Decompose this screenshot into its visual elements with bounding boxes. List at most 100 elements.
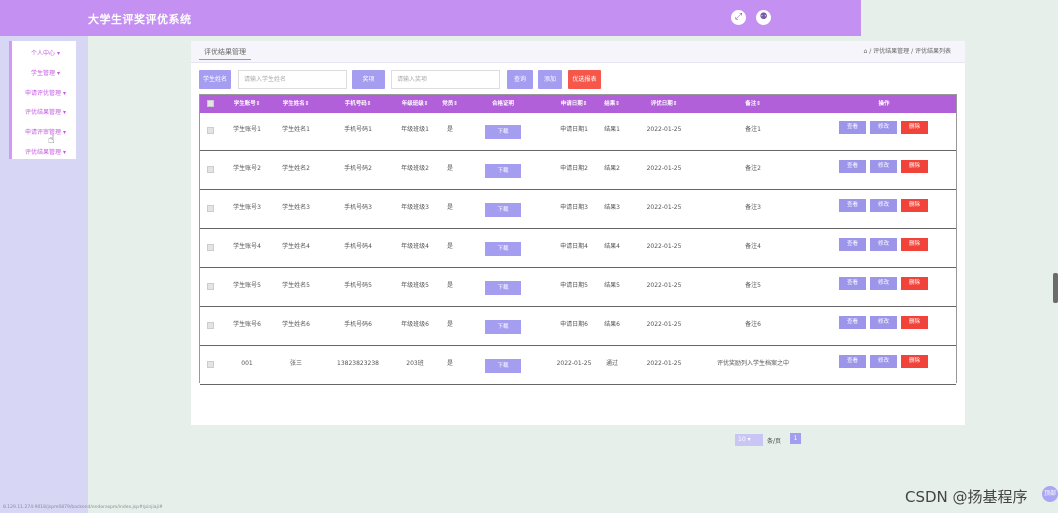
sidebar-item-student-management[interactable]: 学生管理 ▾ [15, 68, 76, 77]
cell-award-date: 2022-01-25 [646, 204, 682, 211]
col-student-name[interactable]: 学生姓名⇕ [272, 95, 320, 113]
view-button[interactable]: 查看 [839, 238, 866, 251]
cell-student-name: 学生姓名1 [282, 126, 310, 133]
col-actions: 操作 [878, 101, 890, 107]
cell-phone: 手机号码1 [344, 126, 372, 133]
main-content: 评优结果管理 ⌂ / 评优结果管理 / 评优结果列表 学生姓名 请输入学生姓名 … [191, 41, 965, 446]
col-remark[interactable]: 备注⇕ [694, 95, 812, 113]
cell-student-name: 张三 [289, 360, 302, 367]
cell-phone: 手机号码2 [344, 165, 372, 172]
table-header: 学生账号⇕ 学生姓名⇕ 手机号码⇕ 年级班级⇕ 党员⇕ 合格证明 申请日期⇕ 结… [200, 95, 956, 113]
tab-result-management[interactable]: 评优结果管理 [199, 44, 251, 60]
col-certificate: 合格证明 [491, 101, 514, 107]
row-checkbox[interactable] [207, 244, 214, 251]
sidebar-menu: 个人中心 ▾ 学生管理 ▾ 申请评优管理 ▾ 评优结果管理 ▾ 申请评审管理 ▾… [9, 41, 76, 159]
delete-button[interactable]: 删除 [901, 355, 928, 368]
download-button[interactable]: 下载 [485, 125, 521, 139]
delete-button[interactable]: 删除 [901, 238, 928, 251]
page-size-select[interactable]: 10 ▾ [735, 434, 763, 446]
top-right-strip [861, 0, 1058, 36]
delete-button[interactable]: 删除 [901, 316, 928, 329]
cell-class: 年级班级2 [401, 165, 429, 172]
table-row: 学生账号5 学生姓名5 手机号码5 年级班级5 是 申请日期5 结果5 2022-01-25 备… [200, 269, 956, 307]
cell-phone: 手机号码3 [344, 204, 372, 211]
edit-button[interactable]: 修改 [870, 238, 897, 251]
query-button[interactable]: 查询 [507, 70, 533, 89]
cell-class: 年级班级3 [401, 204, 429, 211]
cell-apply-date: 申请日期6 [560, 321, 588, 328]
table-row: 学生账号2 学生姓名2 手机号码2 年级班级2 是 申请日期2 结果2 2022-01-25 备… [200, 152, 956, 190]
col-student-account[interactable]: 学生账号⇕ [224, 95, 270, 113]
row-checkbox[interactable] [207, 361, 214, 368]
download-button[interactable]: 下载 [485, 320, 521, 334]
cell-remark: 备注3 [745, 204, 761, 211]
delete-button[interactable]: 删除 [901, 121, 928, 134]
delete-button[interactable]: 删除 [901, 160, 928, 173]
view-button[interactable]: 查看 [839, 277, 866, 290]
report-button[interactable]: 优选报表 [568, 70, 601, 89]
cell-result: 通过 [605, 360, 618, 367]
row-checkbox[interactable] [207, 205, 214, 212]
side-scroll-handle[interactable] [1053, 273, 1058, 303]
download-button[interactable]: 下载 [485, 203, 521, 217]
edit-button[interactable]: 修改 [870, 316, 897, 329]
download-button[interactable]: 下载 [485, 164, 521, 178]
view-button[interactable]: 查看 [839, 355, 866, 368]
view-button[interactable]: 查看 [839, 199, 866, 212]
cell-apply-date: 申请日期4 [560, 243, 588, 250]
status-url: 8.129.11.274:9018/jspm0879/backend/endor… [3, 505, 163, 510]
cell-award-date: 2022-01-25 [646, 165, 682, 172]
current-page-button[interactable]: 1 [790, 433, 801, 444]
edit-button[interactable]: 修改 [870, 160, 897, 173]
sidebar-item-award-result-management[interactable]: 评优结果管理 ▾ [15, 147, 76, 156]
download-button[interactable]: 下载 [485, 359, 521, 373]
view-button[interactable]: 查看 [839, 160, 866, 173]
table-row: 001 张三 13823823238 203班 是 2022-01-25 通过 2022-01… [200, 347, 956, 385]
fullscreen-icon[interactable]: ⤢ [731, 10, 746, 25]
add-button[interactable]: 添加 [538, 70, 562, 89]
select-all-checkbox[interactable] [207, 100, 214, 107]
cell-phone: 手机号码5 [344, 282, 372, 289]
cell-result: 结果3 [604, 204, 620, 211]
cell-class: 年级班级5 [401, 282, 429, 289]
download-button[interactable]: 下载 [485, 242, 521, 256]
edit-button[interactable]: 修改 [870, 277, 897, 290]
view-button[interactable]: 查看 [839, 316, 866, 329]
user-icon[interactable]: ⚉ [756, 10, 771, 25]
student-name-input[interactable]: 请输入学生姓名 [238, 70, 347, 89]
sidebar-item-result-management[interactable]: 评优结果管理 ▾ [15, 107, 76, 116]
col-result[interactable]: 结果⇕ [596, 95, 628, 113]
cell-award-date: 2022-01-25 [646, 243, 682, 250]
cell-class: 年级班级4 [401, 243, 429, 250]
table-row: 学生账号4 学生姓名4 手机号码4 年级班级4 是 申请日期4 结果4 2022-01-25 备… [200, 230, 956, 268]
download-button[interactable]: 下载 [485, 281, 521, 295]
view-button[interactable]: 查看 [839, 121, 866, 134]
edit-button[interactable]: 修改 [870, 199, 897, 212]
sidebar-item-review-management[interactable]: 申请评审管理 ▾ [15, 127, 76, 136]
row-checkbox[interactable] [207, 283, 214, 290]
edit-button[interactable]: 修改 [870, 121, 897, 134]
back-to-top-button[interactable]: 顶部 [1042, 486, 1058, 502]
row-checkbox[interactable] [207, 166, 214, 173]
cell-apply-date: 2022-01-25 [556, 360, 592, 367]
cell-result: 结果5 [604, 282, 620, 289]
prize-input[interactable]: 请输入奖项 [391, 70, 500, 89]
col-apply-date[interactable]: 申请日期⇕ [546, 95, 602, 113]
delete-button[interactable]: 删除 [901, 199, 928, 212]
page-size-value: 10 [738, 436, 746, 443]
prize-label-button[interactable]: 奖项 [352, 70, 385, 89]
row-checkbox[interactable] [207, 322, 214, 329]
cell-student-name: 学生姓名2 [282, 165, 310, 172]
sidebar-item-application-management[interactable]: 申请评优管理 ▾ [15, 88, 76, 97]
student-name-label-button[interactable]: 学生姓名 [199, 70, 231, 89]
col-class[interactable]: 年级班级⇕ [388, 95, 442, 113]
sidebar-item-personal-center[interactable]: 个人中心 ▾ [15, 48, 76, 57]
col-award-date[interactable]: 评优日期⇕ [636, 95, 692, 113]
delete-button[interactable]: 删除 [901, 277, 928, 290]
edit-button[interactable]: 修改 [870, 355, 897, 368]
col-party-member[interactable]: 党员⇕ [436, 95, 464, 113]
row-checkbox[interactable] [207, 127, 214, 134]
col-phone[interactable]: 手机号码⇕ [328, 95, 388, 113]
cell-party-member: 是 [446, 126, 453, 133]
cell-award-date: 2022-01-25 [646, 321, 682, 328]
